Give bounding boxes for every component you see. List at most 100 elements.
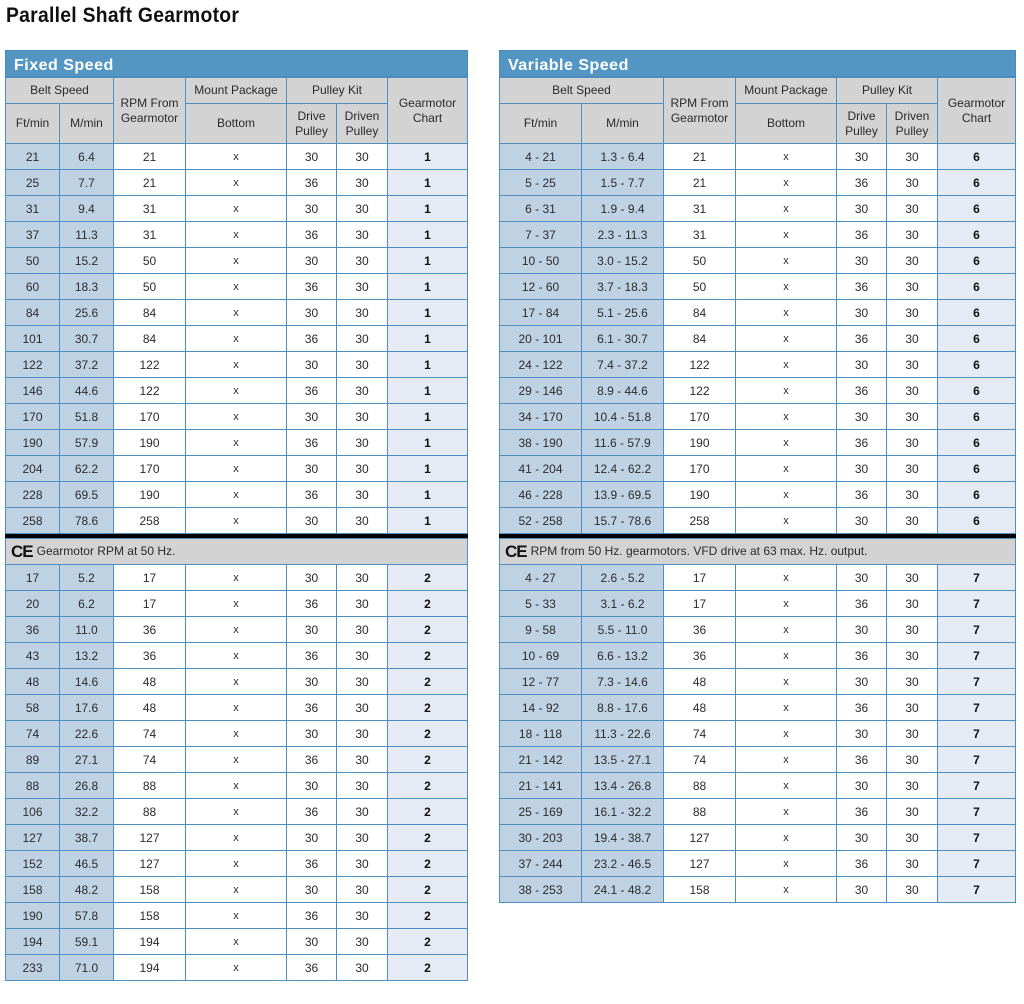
ft-min-cell: 25 — [5, 169, 60, 196]
m-min-cell: 7.3 - 14.6 — [581, 668, 664, 695]
rpm-cell: 190 — [663, 429, 736, 456]
driven-pulley-cell: 30 — [886, 642, 938, 669]
ft-min-cell: 146 — [5, 377, 60, 404]
bottom-mount-cell: x — [735, 746, 837, 773]
bottom-mount-cell: x — [185, 507, 287, 534]
ft-min-cell: 12 - 77 — [499, 668, 582, 695]
bottom-mount-cell: x — [185, 221, 287, 248]
variable-speed-title: Variable Speed — [499, 50, 1016, 77]
m-min-header: M/min — [581, 103, 664, 144]
table-row: 101 30.7 84 x 36 30 1 — [5, 325, 468, 352]
ft-min-cell: 20 - 101 — [499, 325, 582, 352]
bottom-mount-cell: x — [735, 481, 837, 508]
driven-pulley-cell: 30 — [886, 746, 938, 773]
drive-pulley-cell: 30 — [836, 507, 887, 534]
drive-pulley-cell: 36 — [836, 590, 887, 617]
driven-pulley-cell: 30 — [886, 247, 938, 274]
bottom-mount-cell: x — [185, 746, 287, 773]
m-min-cell: 59.1 — [59, 928, 114, 955]
m-min-cell: 12.4 - 62.2 — [581, 455, 664, 482]
table-row: 17 - 84 5.1 - 25.6 84 x 30 30 6 — [499, 299, 1016, 326]
driven-pulley-header: Driven Pulley — [886, 103, 938, 144]
driven-pulley-cell: 30 — [336, 403, 388, 430]
driven-pulley-cell: 30 — [336, 351, 388, 378]
ft-min-cell: 18 - 118 — [499, 720, 582, 747]
gearmotor-chart-cell: 2 — [387, 720, 468, 747]
table-row: 258 78.6 258 x 30 30 1 — [5, 507, 468, 534]
ft-min-cell: 38 - 253 — [499, 876, 582, 903]
driven-pulley-cell: 30 — [336, 273, 388, 300]
table-row: 74 22.6 74 x 30 30 2 — [5, 720, 468, 747]
ft-min-cell: 4 - 27 — [499, 564, 582, 591]
bottom-mount-cell: x — [735, 221, 837, 248]
rpm-cell: 31 — [113, 195, 186, 222]
drive-pulley-cell: 30 — [286, 772, 337, 799]
rpm-cell: 122 — [113, 377, 186, 404]
drive-pulley-cell: 30 — [836, 299, 887, 326]
pulley-kit-header: Pulley Kit — [286, 77, 388, 104]
gearmotor-chart-cell: 6 — [937, 143, 1016, 170]
m-min-cell: 2.6 - 5.2 — [581, 564, 664, 591]
table-row: 12 - 77 7.3 - 14.6 48 x 30 30 7 — [499, 668, 1016, 695]
driven-pulley-cell: 30 — [886, 273, 938, 300]
bottom-mount-cell: x — [735, 195, 837, 222]
drive-pulley-cell: 36 — [286, 481, 337, 508]
driven-pulley-cell: 30 — [886, 798, 938, 825]
table-row: 204 62.2 170 x 30 30 1 — [5, 455, 468, 482]
gearmotor-chart-cell: 6 — [937, 299, 1016, 326]
ft-min-cell: 25 - 169 — [499, 798, 582, 825]
gearmotor-chart-cell: 2 — [387, 564, 468, 591]
rpm-cell: 122 — [113, 351, 186, 378]
rpm-cell: 21 — [663, 143, 736, 170]
gearmotor-chart-cell: 7 — [937, 772, 1016, 799]
rpm-cell: 31 — [663, 221, 736, 248]
m-min-cell: 6.1 - 30.7 — [581, 325, 664, 352]
drive-pulley-cell: 36 — [836, 694, 887, 721]
bottom-mount-cell: x — [185, 273, 287, 300]
driven-pulley-cell: 30 — [886, 668, 938, 695]
driven-pulley-cell: 30 — [886, 351, 938, 378]
bottom-mount-cell: x — [185, 169, 287, 196]
m-min-cell: 10.4 - 51.8 — [581, 403, 664, 430]
drive-pulley-cell: 36 — [286, 642, 337, 669]
fixed-speed-body: 21 6.4 21 x 30 30 1 25 7.7 21 x 36 30 1 31 9.4 31 x 30 30 1 3… — [5, 143, 468, 981]
ce-note-text: RPM from 50 Hz. gearmotors. VFD drive at… — [530, 543, 868, 558]
table-row: 4 - 21 1.3 - 6.4 21 x 30 30 6 — [499, 143, 1016, 170]
driven-pulley-cell: 30 — [886, 325, 938, 352]
ft-min-cell: 4 - 21 — [499, 143, 582, 170]
ft-min-cell: 5 - 33 — [499, 590, 582, 617]
rpm-cell: 48 — [663, 668, 736, 695]
table-row: 21 - 141 13.4 - 26.8 88 x 30 30 7 — [499, 772, 1016, 799]
gearmotor-chart-cell: 6 — [937, 169, 1016, 196]
driven-pulley-cell: 30 — [336, 694, 388, 721]
driven-pulley-cell: 30 — [886, 143, 938, 170]
gearmotor-chart-cell: 2 — [387, 746, 468, 773]
drive-pulley-cell: 30 — [836, 876, 887, 903]
m-min-cell: 2.3 - 11.3 — [581, 221, 664, 248]
variable-speed-table: Belt Speed RPM From Gearmotor Mount Pack… — [499, 77, 1016, 903]
table-row: 30 - 203 19.4 - 38.7 127 x 30 30 7 — [499, 824, 1016, 851]
driven-pulley-cell: 30 — [336, 455, 388, 482]
driven-pulley-cell: 30 — [336, 590, 388, 617]
drive-pulley-cell: 30 — [286, 403, 337, 430]
variable-speed-body: 4 - 21 1.3 - 6.4 21 x 30 30 6 5 - 25 1.5 - 7.7 21… — [499, 143, 1016, 903]
gearmotor-chart-header: Gearmotor Chart — [387, 77, 468, 144]
table-row: 43 13.2 36 x 36 30 2 — [5, 642, 468, 669]
fixed-speed-title: Fixed Speed — [5, 50, 468, 77]
driven-pulley-cell: 30 — [336, 299, 388, 326]
gearmotor-chart-header: Gearmotor Chart — [937, 77, 1016, 144]
gearmotor-chart-cell: 7 — [937, 616, 1016, 643]
gearmotor-chart-cell: 6 — [937, 273, 1016, 300]
table-row: 10 - 50 3.0 - 15.2 50 x 30 30 6 — [499, 247, 1016, 274]
rpm-cell: 36 — [113, 616, 186, 643]
rpm-cell: 170 — [663, 455, 736, 482]
rpm-cell: 50 — [113, 247, 186, 274]
gearmotor-chart-cell: 1 — [387, 325, 468, 352]
gearmotor-chart-cell: 1 — [387, 247, 468, 274]
gearmotor-chart-cell: 2 — [387, 798, 468, 825]
table-row: 46 - 228 13.9 - 69.5 190 x 36 30 6 — [499, 481, 1016, 508]
m-min-cell: 44.6 — [59, 377, 114, 404]
drive-pulley-cell: 30 — [286, 195, 337, 222]
bottom-mount-cell: x — [735, 507, 837, 534]
m-min-cell: 30.7 — [59, 325, 114, 352]
